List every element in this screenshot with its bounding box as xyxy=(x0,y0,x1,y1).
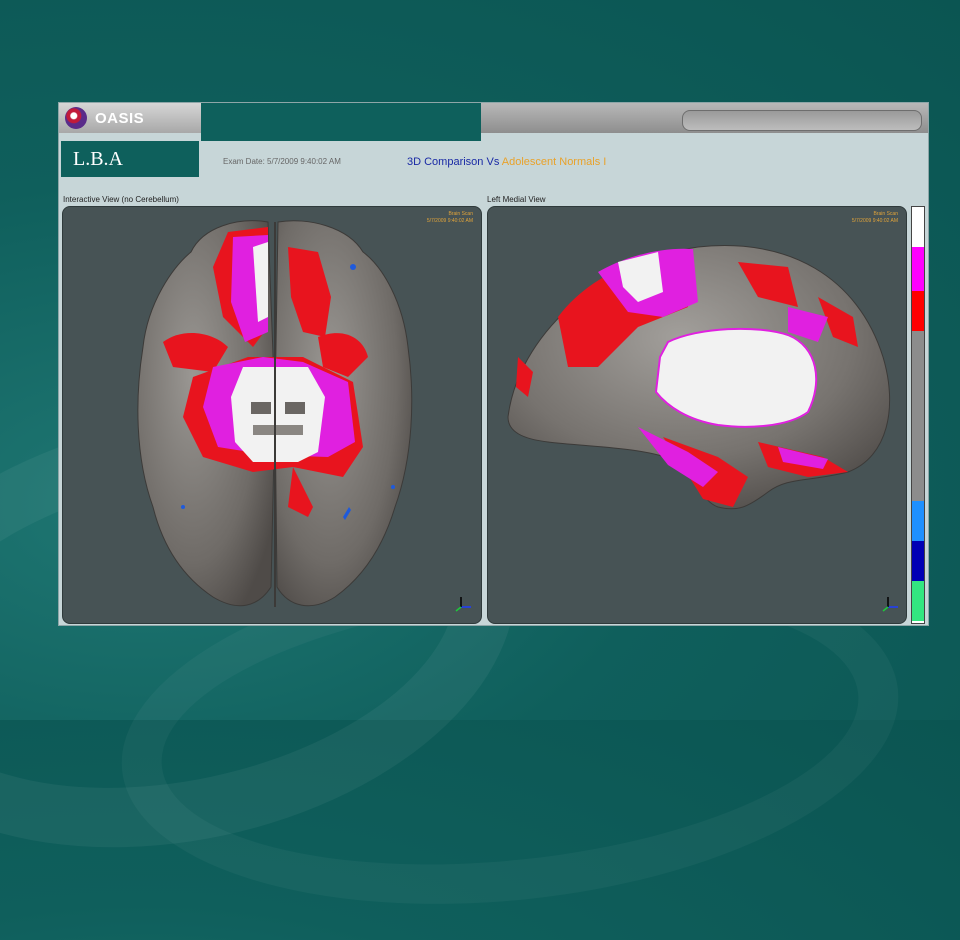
legend-red-segment xyxy=(912,291,924,331)
app-window: OASIS L.B.A Exam Date: 5/7/2009 9:40:02 … xyxy=(58,102,929,626)
axial-brain-render xyxy=(137,220,471,612)
axes-indicator-icon xyxy=(455,597,471,612)
legend-gray-segment xyxy=(912,331,924,501)
oasis-logo-icon xyxy=(65,107,87,129)
title-overlay xyxy=(201,103,481,141)
exam-date: Exam Date: 5/7/2009 9:40:02 AM xyxy=(223,157,341,166)
oasis-logo: OASIS xyxy=(65,106,144,130)
header-search-field[interactable] xyxy=(682,110,922,131)
section-label: L.B.A xyxy=(61,141,199,177)
left-medial-view-panel[interactable]: Brain Scan 5/7/2009 9:40:02 AM xyxy=(487,206,907,624)
header-bar: OASIS xyxy=(59,103,928,133)
legend-lightblue-segment xyxy=(912,501,924,541)
axes-indicator-icon xyxy=(882,597,898,612)
right-panel-label: Left Medial View xyxy=(487,195,546,204)
legend-white-segment xyxy=(912,207,924,247)
left-panel-label: Interactive View (no Cerebellum) xyxy=(63,195,179,204)
legend-magenta-segment xyxy=(912,247,924,291)
comparison-title-main: 3D Comparison Vs xyxy=(407,156,502,168)
legend-green-segment xyxy=(912,581,924,621)
legend-darkblue-segment xyxy=(912,541,924,581)
interactive-view-panel[interactable]: Brain Scan 5/7/2009 9:40:02 AM xyxy=(62,206,482,624)
medial-brain-render xyxy=(507,245,898,612)
brand-name: OASIS xyxy=(95,109,145,127)
comparison-title-group: Adolescent Normals I xyxy=(501,156,607,168)
comparison-title: 3D Comparison Vs Adolescent Normals I xyxy=(407,156,606,168)
color-scale-legend xyxy=(911,206,925,624)
